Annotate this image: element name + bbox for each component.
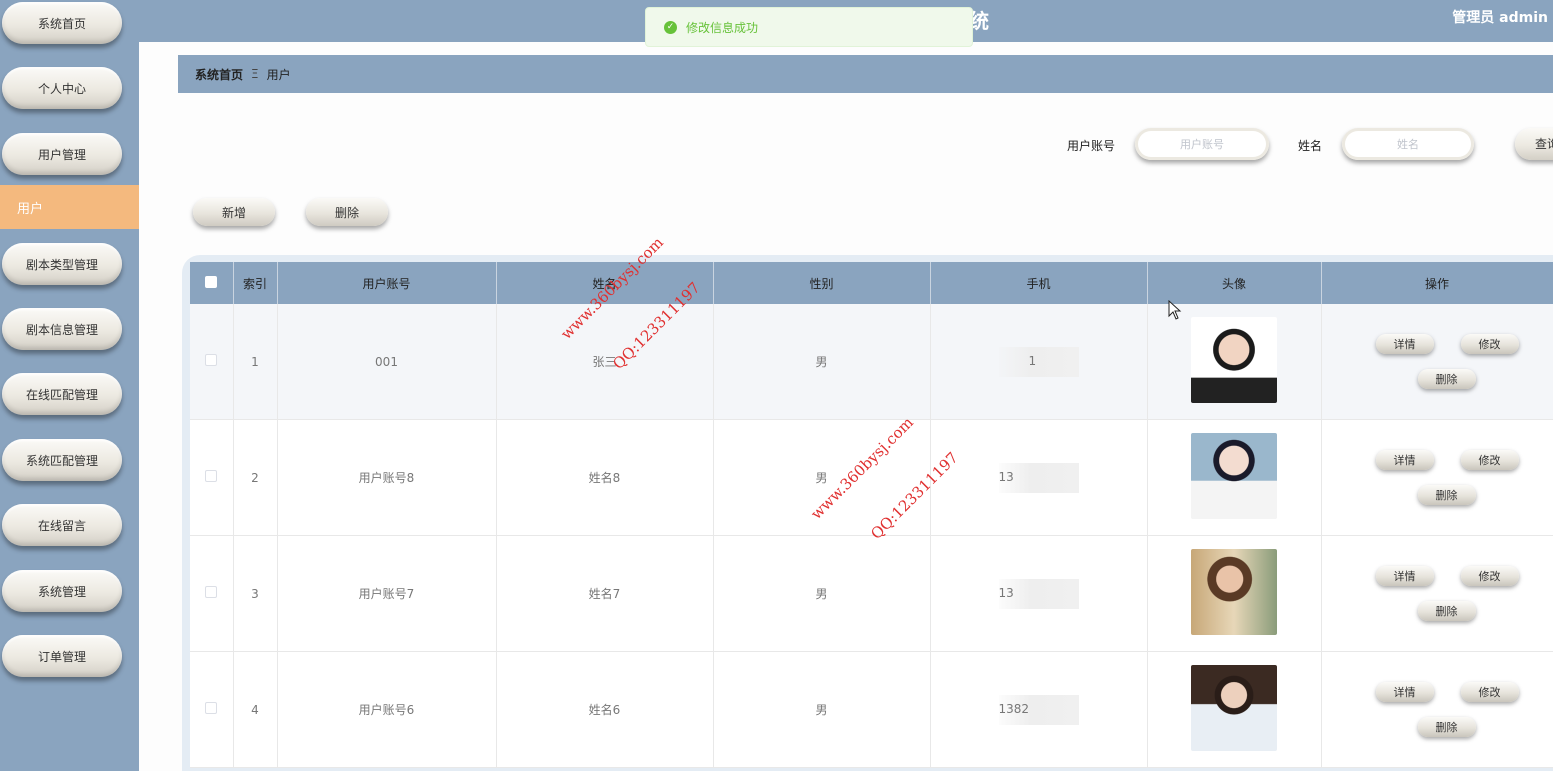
row-checkbox[interactable]	[205, 586, 218, 598]
cell-index: 2	[233, 419, 278, 536]
breadcrumb-current: 用户	[266, 67, 291, 82]
cell-avatar	[1147, 535, 1322, 652]
cell-phone: 13	[930, 419, 1148, 536]
header-account: 用户账号	[277, 262, 497, 304]
cell-phone-text: 13	[998, 469, 1014, 484]
cell-index: 3	[233, 535, 278, 652]
cell-gender: 男	[713, 535, 931, 652]
cell-phone: 13	[930, 535, 1148, 652]
avatar-image	[1191, 317, 1277, 403]
sidebar-item-system[interactable]: 系统管理	[2, 570, 122, 612]
row-checkbox[interactable]	[205, 702, 218, 714]
sidebar-item-system-match[interactable]: 系统匹配管理	[2, 439, 122, 481]
table-row[interactable]: 2 用户账号8 姓名8 男 13 详情 修改 删除	[190, 419, 1553, 536]
sidebar-subitem-users[interactable]: 用户	[0, 185, 139, 229]
cell-operations: 详情 修改 删除	[1321, 304, 1553, 420]
row-checkbox[interactable]	[205, 470, 218, 482]
cell-phone-text: 13	[998, 585, 1014, 600]
add-button[interactable]: 新增	[193, 198, 275, 226]
sidebar-item-script-info[interactable]: 剧本信息管理	[2, 308, 122, 350]
header-index: 索引	[233, 262, 278, 304]
delete-button[interactable]: 删除	[1417, 601, 1476, 621]
account-search-input[interactable]	[1135, 128, 1269, 160]
cell-phone: 1382	[930, 651, 1148, 768]
cell-account: 用户账号7	[277, 535, 497, 652]
breadcrumb-home[interactable]: 系统首页	[195, 66, 243, 83]
cell-operations: 详情 修改 删除	[1321, 419, 1553, 536]
detail-button[interactable]: 详情	[1375, 682, 1434, 702]
cell-gender: 男	[713, 304, 931, 420]
toast-message: 修改信息成功	[686, 20, 759, 35]
header-select-all[interactable]	[190, 262, 234, 304]
delete-button[interactable]: 删除	[1417, 485, 1476, 505]
avatar-image	[1191, 433, 1277, 519]
select-all-checkbox[interactable]	[205, 275, 218, 288]
mouse-cursor-icon	[1168, 300, 1182, 320]
admin-label[interactable]: 管理员 admin	[1452, 7, 1548, 27]
sidebar-item-user-management[interactable]: 用户管理	[2, 133, 122, 175]
cell-avatar	[1147, 651, 1322, 768]
detail-button[interactable]: 详情	[1375, 566, 1434, 586]
cell-avatar	[1147, 419, 1322, 536]
sidebar-item-script-type[interactable]: 剧本类型管理	[2, 243, 122, 285]
user-table-container: 索引 用户账号 姓名 性别 手机 头像 操作 1 001 张三 男 1 详情 修…	[182, 255, 1553, 771]
avatar-image	[1191, 665, 1277, 751]
header-gender: 性别	[713, 262, 931, 304]
cell-index: 1	[233, 304, 278, 420]
edit-button[interactable]: 修改	[1460, 682, 1519, 702]
sidebar-item-online-match[interactable]: 在线匹配管理	[2, 373, 122, 415]
sidebar-item-home[interactable]: 系统首页	[2, 2, 122, 44]
header-operations: 操作	[1321, 262, 1553, 304]
sidebar-item-profile[interactable]: 个人中心	[2, 67, 122, 109]
table-row[interactable]: 1 001 张三 男 1 详情 修改 删除	[190, 304, 1553, 420]
avatar-image	[1191, 549, 1277, 635]
cell-phone-text: 1	[1028, 353, 1037, 368]
name-search-input[interactable]	[1342, 128, 1474, 160]
table-row[interactable]: 4 用户账号6 姓名6 男 1382 详情 修改 删除	[190, 651, 1553, 768]
table-row[interactable]: 3 用户账号7 姓名7 男 13 详情 修改 删除	[190, 535, 1553, 652]
edit-button[interactable]: 修改	[1460, 334, 1519, 354]
header-phone: 手机	[930, 262, 1148, 304]
edit-button[interactable]: 修改	[1460, 566, 1519, 586]
sidebar-item-orders[interactable]: 订单管理	[2, 635, 122, 677]
header-name: 姓名	[496, 262, 714, 304]
cell-phone-text: 1382	[998, 701, 1030, 716]
cell-phone: 1	[930, 304, 1148, 420]
user-table: 索引 用户账号 姓名 性别 手机 头像 操作 1 001 张三 男 1 详情 修…	[190, 262, 1553, 768]
cell-account: 用户账号6	[277, 651, 497, 768]
table-header-row: 索引 用户账号 姓名 性别 手机 头像 操作	[190, 262, 1553, 304]
delete-button[interactable]: 删除	[1417, 369, 1476, 389]
detail-button[interactable]: 详情	[1375, 334, 1434, 354]
cell-gender: 男	[713, 419, 931, 536]
cell-avatar	[1147, 304, 1322, 420]
breadcrumb-separator-icon: Ξ	[251, 67, 259, 81]
cell-account: 用户账号8	[277, 419, 497, 536]
header-avatar: 头像	[1147, 262, 1322, 304]
delete-button[interactable]: 删除	[1417, 717, 1476, 737]
cell-gender: 男	[713, 651, 931, 768]
row-checkbox[interactable]	[205, 354, 218, 366]
name-search-label: 姓名	[1298, 139, 1323, 153]
cell-index: 4	[233, 651, 278, 768]
detail-button[interactable]: 详情	[1375, 450, 1434, 470]
breadcrumb: 系统首页 Ξ 用户	[178, 55, 1553, 93]
sidebar-item-messages[interactable]: 在线留言	[2, 504, 122, 546]
check-circle-icon: ✓	[664, 20, 677, 34]
cell-name: 姓名7	[496, 535, 714, 652]
cell-operations: 详情 修改 删除	[1321, 651, 1553, 768]
query-button[interactable]: 查询	[1515, 128, 1553, 160]
account-search-label: 用户账号	[1067, 139, 1116, 153]
cell-account: 001	[277, 304, 497, 420]
cell-operations: 详情 修改 删除	[1321, 535, 1553, 652]
batch-delete-button[interactable]: 删除	[306, 198, 388, 226]
sidebar: 系统首页 个人中心 用户管理 用户 剧本类型管理 剧本信息管理 在线匹配管理 系…	[0, 0, 139, 771]
phone-blur	[998, 346, 1079, 377]
cell-name: 姓名6	[496, 651, 714, 768]
cell-name: 张三	[496, 304, 714, 420]
cell-name: 姓名8	[496, 419, 714, 536]
edit-button[interactable]: 修改	[1460, 450, 1519, 470]
success-toast: ✓ 修改信息成功	[645, 7, 973, 47]
